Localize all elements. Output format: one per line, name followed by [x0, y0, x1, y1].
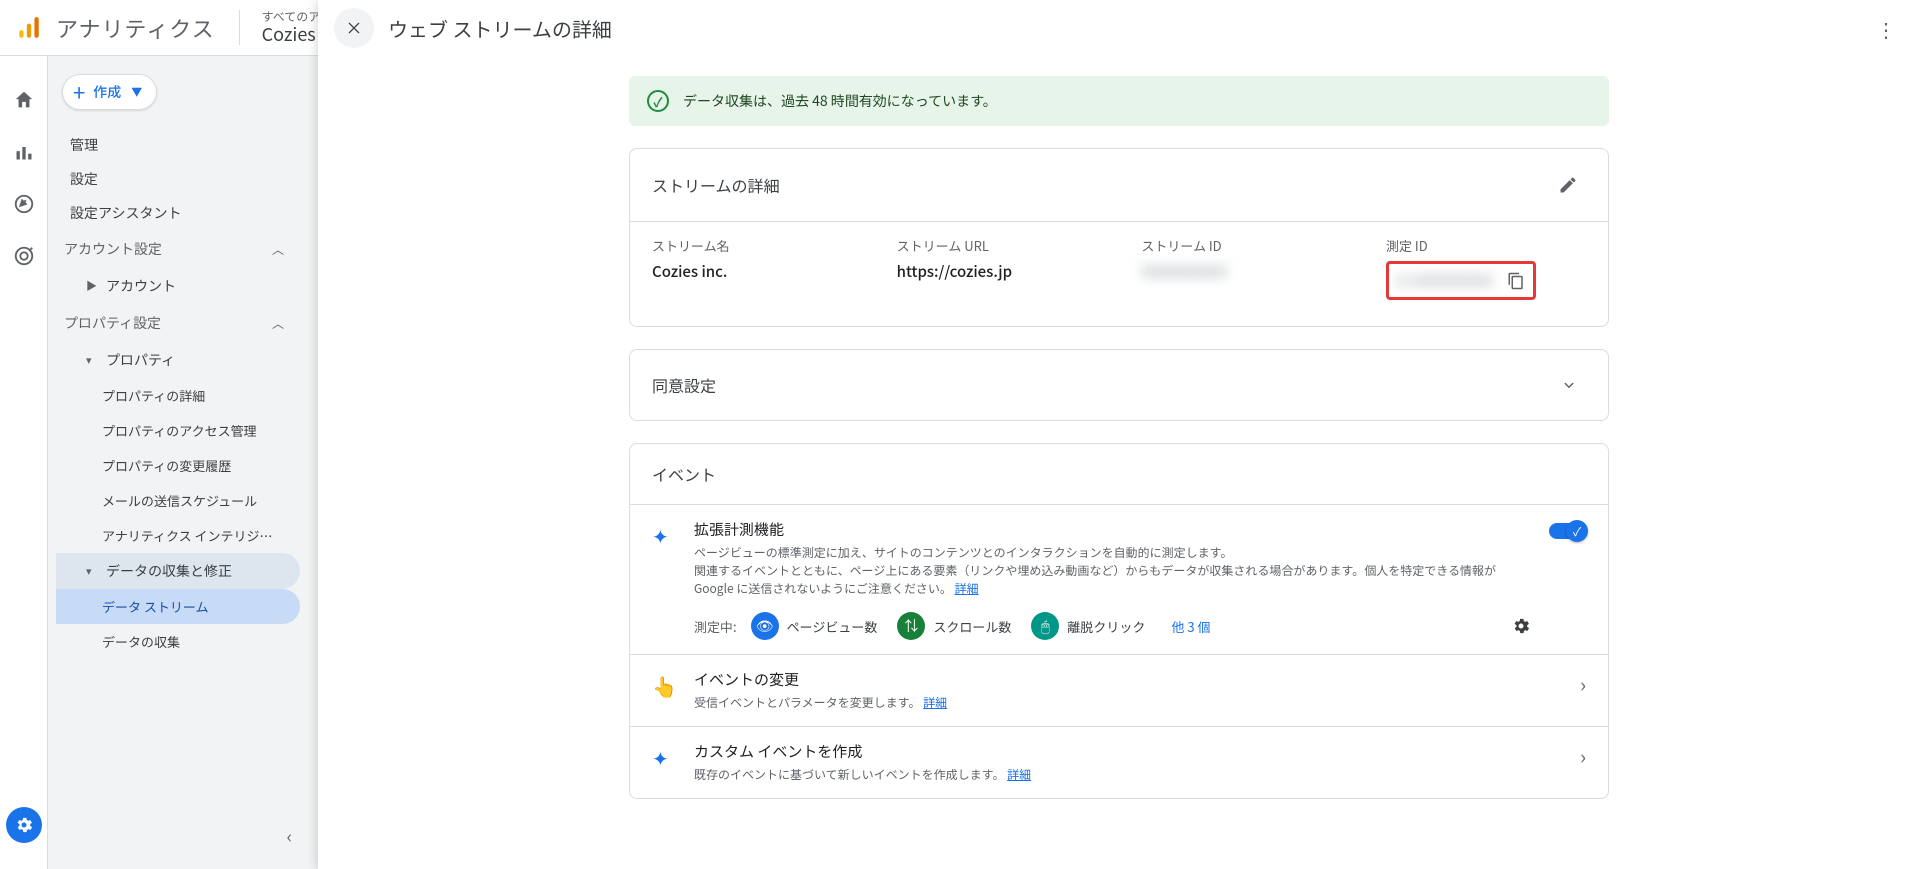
close-icon: [346, 20, 362, 36]
advertising-icon[interactable]: [4, 236, 44, 276]
leaf-property-access[interactable]: プロパティのアクセス管理: [56, 413, 300, 448]
measurement-id-highlight: G-XXXXXXXXX: [1386, 261, 1536, 300]
col-stream-id: ストリーム ID 0000000000: [1141, 236, 1376, 300]
sidebar-sub-account[interactable]: ▶ アカウント: [56, 268, 300, 304]
card-title-consent: 同意設定: [652, 373, 716, 397]
success-banner: ✓ データ収集は、過去 48 時間有効になっています。: [629, 76, 1609, 126]
sheet-title: ウェブ ストリームの詳細: [388, 14, 612, 43]
plus-icon: +: [73, 83, 85, 101]
leaf-property-details[interactable]: プロパティの詳細: [56, 378, 300, 413]
col-stream-name: ストリーム名 Cozies inc.: [652, 236, 887, 300]
collapse-sidebar-icon[interactable]: ‹: [287, 823, 292, 849]
caret-right-icon: ▶: [86, 278, 96, 294]
measuring-chips: 測定中: 👁ページビュー数 ⇅スクロール数 🖱離脱クリック 他 3 個: [694, 612, 1531, 640]
caret-down-icon: ▾: [86, 563, 96, 579]
row-modify-events[interactable]: 👆 イベントの変更 受信イベントとパラメータを変更します。 詳細 ›: [630, 654, 1608, 726]
create-button[interactable]: + 作成 ▼: [62, 74, 157, 110]
sidebar-item-admin[interactable]: 管理: [56, 128, 300, 162]
analytics-icon: [16, 15, 42, 41]
chip-scroll: ⇅スクロール数: [897, 612, 1023, 640]
sheet-body: ✓ データ収集は、過去 48 時間有効になっています。 ストリームの詳細 ストリ…: [318, 56, 1920, 869]
leaf-data-streams[interactable]: データ ストリーム: [56, 589, 300, 624]
close-button[interactable]: [334, 8, 374, 48]
tap-icon: 👆: [652, 669, 676, 700]
chevron-down-icon: [1560, 376, 1578, 394]
sidebar-item-settings[interactable]: 設定: [56, 162, 300, 196]
copy-icon: [1507, 272, 1525, 290]
card-title-details: ストリームの詳細: [652, 173, 780, 197]
section-account-settings[interactable]: アカウント設定 ︿: [56, 230, 300, 268]
sidebar-item-assistant[interactable]: 設定アシスタント: [56, 196, 300, 230]
chip-outbound: 🖱離脱クリック: [1031, 612, 1157, 640]
sheet-header: ウェブ ストリームの詳細 ⋮: [318, 0, 1920, 56]
enhanced-settings-button[interactable]: [1511, 616, 1531, 636]
admin-gear-icon[interactable]: [6, 807, 42, 843]
ga-logo[interactable]: アナリティクス: [16, 12, 215, 44]
pencil-icon: [1558, 175, 1578, 195]
chevron-up-icon: ︿: [268, 241, 288, 258]
row-enhanced-measurement: ✦ 拡張計測機能 ページビューの標準測定に加え、サイトのコンテンツとのインタラク…: [630, 504, 1608, 654]
col-measurement-id: 測定 ID G-XXXXXXXXX: [1386, 236, 1586, 300]
enhanced-details-link[interactable]: 詳細: [955, 580, 979, 597]
expand-consent-icon[interactable]: [1552, 368, 1586, 402]
mouse-icon: 🖱: [1031, 612, 1059, 640]
leaf-mail-schedule[interactable]: メールの送信スケジュール: [56, 483, 300, 518]
stream-details-sheet: ウェブ ストリームの詳細 ⋮ ✓ データ収集は、過去 48 時間有効になっていま…: [318, 0, 1920, 869]
card-title-events: イベント: [630, 444, 1608, 504]
chevron-up-icon: ︿: [268, 315, 288, 332]
home-icon[interactable]: [4, 80, 44, 120]
edit-button[interactable]: [1550, 167, 1586, 203]
product-name: アナリティクス: [56, 12, 215, 44]
enhanced-toggle[interactable]: ✓: [1549, 523, 1586, 539]
gear-icon: [1511, 616, 1531, 636]
col-stream-url: ストリーム URL https://cozies.jp: [897, 236, 1132, 300]
copy-button[interactable]: [1507, 272, 1525, 290]
custom-details-link[interactable]: 詳細: [1007, 766, 1031, 783]
left-rail: [0, 56, 48, 869]
section-property-settings[interactable]: プロパティ設定 ︿: [56, 304, 300, 342]
leaf-property-history[interactable]: プロパティの変更履歴: [56, 448, 300, 483]
chevron-right-icon: ›: [1580, 669, 1586, 698]
create-label: 作成: [93, 82, 121, 102]
modify-details-link[interactable]: 詳細: [923, 694, 947, 711]
more-menu-icon[interactable]: ⋮: [1868, 6, 1904, 51]
chevron-right-icon: ›: [1580, 741, 1586, 770]
events-card: イベント ✦ 拡張計測機能 ページビューの標準測定に加え、サイトのコンテンツとの…: [629, 443, 1609, 799]
check-circle-icon: ✓: [647, 90, 669, 112]
stream-details-card: ストリームの詳細 ストリーム名 Cozies inc. ストリーム URL ht…: [629, 148, 1609, 327]
admin-sidebar: + 作成 ▼ 管理 設定 設定アシスタント アカウント設定 ︿ ▶ アカウント …: [48, 56, 308, 869]
explore-icon[interactable]: [4, 184, 44, 224]
sidebar-sub-property[interactable]: ▾ プロパティ: [56, 342, 300, 378]
reports-icon[interactable]: [4, 132, 44, 172]
leaf-intelligence[interactable]: アナリティクス インテリジ…: [56, 518, 300, 553]
caret-down-icon: ▾: [86, 352, 96, 368]
row-custom-events[interactable]: ✦ カスタム イベントを作成 既存のイベントに基づいて新しいイベントを作成します…: [630, 726, 1608, 798]
chevron-down-icon: ▼: [131, 84, 142, 100]
toggle-knob-icon: ✓: [1566, 520, 1588, 542]
sparkle-icon: ✦: [652, 519, 676, 550]
banner-text: データ収集は、過去 48 時間有効になっています。: [683, 91, 997, 111]
eye-icon: 👁: [751, 612, 779, 640]
leaf-data-collection[interactable]: データの収集: [56, 624, 300, 659]
cursor-sparkle-icon: ✦: [652, 741, 676, 772]
more-chips-link[interactable]: 他 3 個: [1171, 617, 1210, 636]
sidebar-sub-data-collection[interactable]: ▾ データの収集と修正: [56, 553, 300, 589]
chip-pageview: 👁ページビュー数: [751, 612, 890, 640]
scroll-icon: ⇅: [897, 612, 925, 640]
consent-card[interactable]: 同意設定: [629, 349, 1609, 421]
